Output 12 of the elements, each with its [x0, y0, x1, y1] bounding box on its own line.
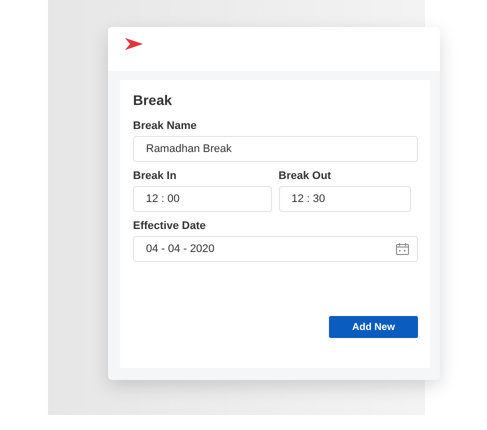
time-field[interactable]: 12 : 30	[278, 186, 412, 212]
field-label: Break Out	[278, 170, 332, 182]
form-title: Break	[133, 92, 173, 108]
text-field[interactable]: Ramadhan Break	[133, 136, 418, 162]
field-label: Break In	[133, 170, 178, 182]
calendar-icon	[396, 243, 409, 255]
add-new-button[interactable]: Add New	[329, 316, 418, 338]
date-field[interactable]: 04 - 04 - 2020	[133, 236, 418, 262]
logo-icon	[124, 37, 144, 51]
field-label: Break Name	[133, 120, 198, 132]
time-field[interactable]: 12 : 00	[133, 186, 272, 212]
field-label: Effective Date	[133, 220, 207, 232]
